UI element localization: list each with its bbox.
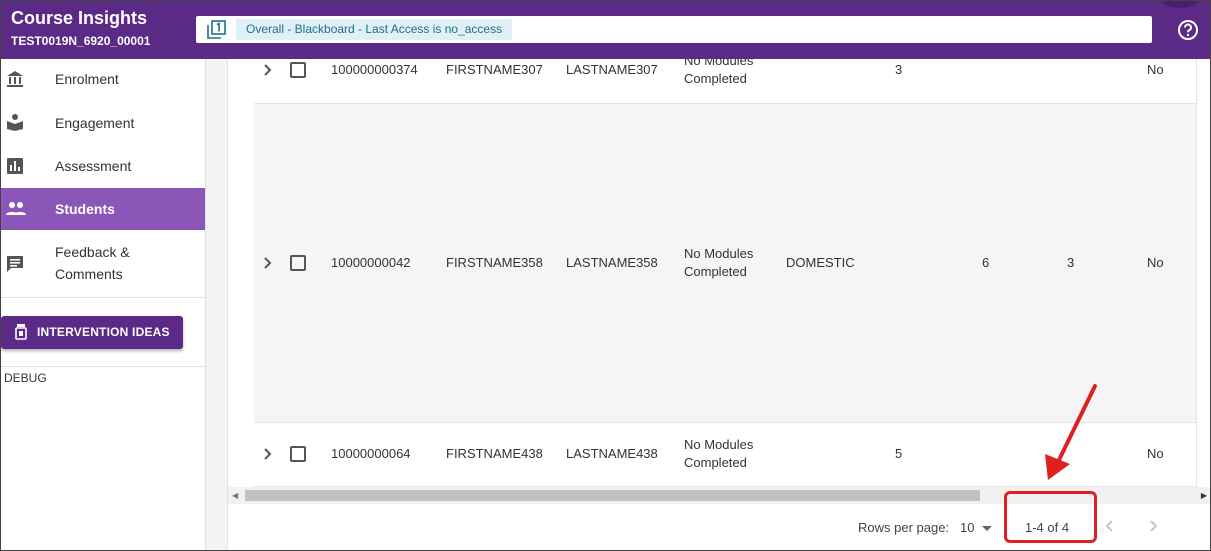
module-status: No Modules [684, 246, 754, 261]
chevron-right-icon[interactable] [262, 64, 274, 76]
sidebar-item-enrolment[interactable]: Enrolment [0, 59, 205, 99]
student-id: 10000000042 [331, 255, 411, 270]
scroll-left-arrow-icon[interactable]: ◀ [232, 491, 238, 500]
first-name: FIRSTNAME438 [446, 446, 543, 461]
next-page-icon[interactable] [1143, 516, 1163, 536]
scrollbar-thumb[interactable] [245, 490, 980, 501]
help-circle-icon[interactable] [1177, 19, 1199, 41]
flag-value: No [1147, 62, 1164, 77]
sidebar-item-label: Feedback & [55, 244, 130, 260]
annotation-arrow-icon [1045, 384, 1097, 480]
sidebar-item-label: Assessment [55, 158, 132, 174]
corner-avatar-shadow [1160, 0, 1200, 8]
module-status-line2: Completed [684, 71, 747, 86]
last-name: LASTNAME307 [566, 62, 658, 77]
sidebar-item-assessment[interactable]: Assessment [0, 144, 205, 187]
chevron-right-icon[interactable] [262, 448, 274, 460]
row-checkbox[interactable] [290, 446, 306, 462]
sidebar-item-label: Enrolment [55, 71, 119, 87]
last-name: LASTNAME358 [566, 255, 658, 270]
rows-per-page-label: Rows per page: [858, 520, 950, 535]
flag-value: No [1147, 255, 1164, 270]
lightbulb-jar-icon [15, 324, 27, 340]
student-id: 10000000064 [331, 446, 411, 461]
scroll-right-arrow-icon[interactable]: ▶ [1201, 491, 1207, 500]
filter-number-1-icon[interactable] [206, 19, 227, 40]
app-title: Course Insights [11, 8, 148, 28]
sidebar-item-label: Engagement [55, 115, 135, 131]
flag-value: No [1147, 446, 1164, 461]
comment-icon [7, 256, 23, 272]
intervention-ideas-label: INTERVENTION IDEAS [37, 325, 170, 339]
module-status: No Modules [684, 59, 754, 68]
first-name: FIRSTNAME307 [446, 62, 543, 77]
bar-chart-icon [7, 158, 23, 174]
intervention-ideas-button[interactable]: INTERVENTION IDEAS [1, 316, 183, 349]
row-checkbox[interactable] [290, 255, 306, 271]
module-status-line2: Completed [684, 455, 747, 470]
residency: DOMESTIC [786, 255, 855, 270]
filter-bar[interactable]: Overall - Blackboard - Last Access is no… [196, 16, 1152, 43]
metric-value: 3 [895, 62, 903, 77]
sidebar-item-label: Students [55, 201, 115, 217]
sidebar-divider [0, 297, 205, 298]
sidebar-item-label-line2: Comments [55, 266, 123, 282]
module-status-line2: Completed [684, 264, 747, 279]
sidebar: Enrolment Engagement Assessment Students… [0, 59, 206, 551]
app-header: Course Insights TEST0019N_6920_00001 Ove… [0, 0, 1211, 59]
table-row[interactable]: 100000000374 FIRSTNAME307 LASTNAME307 No… [254, 59, 1196, 104]
prev-page-icon[interactable] [1100, 516, 1120, 536]
filter-chip[interactable]: Overall - Blackboard - Last Access is no… [236, 19, 513, 40]
chevron-right-icon[interactable] [262, 257, 274, 269]
sidebar-item-students[interactable]: Students [0, 188, 205, 230]
table-right-edge [1196, 59, 1211, 487]
rows-per-page-select[interactable]: 10 [960, 519, 996, 539]
annotation-highlight-box [1004, 491, 1097, 543]
sidebar-item-feedback[interactable]: Feedback & Comments [0, 230, 205, 297]
bank-icon [7, 71, 23, 87]
sidebar-divider [0, 366, 205, 367]
student-id: 100000000374 [331, 62, 418, 77]
last-name: LASTNAME438 [566, 446, 658, 461]
dropdown-caret-icon [982, 526, 992, 531]
content-gutter [206, 59, 228, 551]
sidebar-item-engagement[interactable]: Engagement [0, 99, 205, 144]
row-checkbox[interactable] [290, 62, 306, 78]
metric-value: 6 [982, 255, 990, 270]
course-code: TEST0019N_6920_00001 [11, 34, 151, 48]
table-row-expanded[interactable]: 10000000042 FIRSTNAME358 LASTNAME358 No … [254, 104, 1196, 423]
book-reader-icon [7, 114, 23, 131]
module-status: No Modules [684, 437, 754, 452]
metric-value: 3 [1067, 255, 1075, 270]
rows-per-page-value: 10 [960, 520, 975, 535]
metric-value: 5 [895, 446, 903, 461]
first-name: FIRSTNAME358 [446, 255, 543, 270]
people-icon [6, 202, 26, 215]
debug-label: DEBUG [4, 371, 47, 385]
